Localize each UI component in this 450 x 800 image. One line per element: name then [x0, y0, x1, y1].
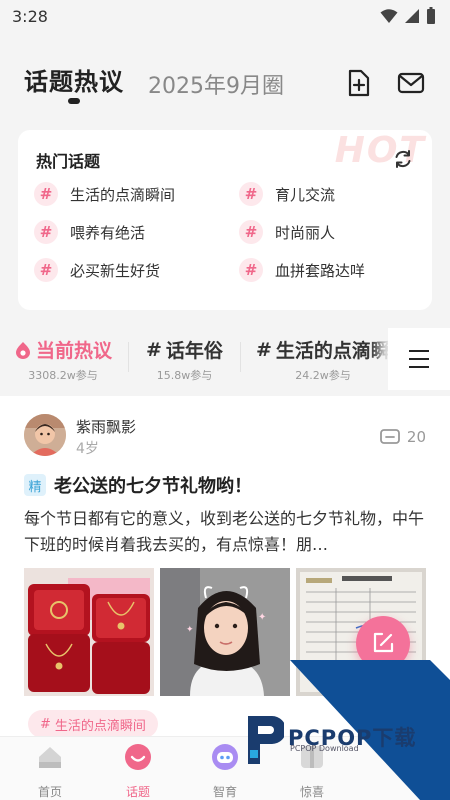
watermark-subtitle: PCPOP Download	[290, 744, 359, 753]
avatar-image	[24, 414, 66, 456]
menu-icon	[409, 350, 429, 368]
author-name[interactable]: 紫雨飘影	[76, 416, 136, 437]
comment-count: 20	[406, 428, 426, 446]
hot-topics-card: HOT 热门话题 # 生活的点滴瞬间 # 育儿交流 # 喂养有绝活 # 时尚丽人 # 必买…	[18, 130, 432, 310]
hashtag-icon: #	[239, 258, 263, 282]
robot-icon	[212, 744, 238, 770]
post-title[interactable]: 老公送的七夕节礼物哟！	[54, 472, 252, 498]
tab-label: 话题	[125, 785, 150, 799]
hashtag-icon: #	[34, 258, 58, 282]
comment-count-button[interactable]: 20	[379, 428, 426, 446]
hashtag-icon: #	[40, 716, 51, 732]
hashtag-icon: #	[256, 338, 272, 361]
category-tab-new-year-customs[interactable]: # 话年俗 15.8w参与	[146, 336, 223, 383]
hot-topic-label: 育儿交流	[275, 185, 336, 204]
topics-icon	[125, 744, 151, 770]
category-tab-life-moments[interactable]: # 生活的点滴瞬 24.2w参与	[256, 336, 390, 383]
category-count: 24.2w参与	[295, 369, 351, 382]
category-tabs: 当前热议 3308.2w参与 # 话年俗 15.8w参与 # 生活的点滴瞬 24.2…	[0, 328, 450, 390]
hashtag-icon: #	[34, 182, 58, 206]
mail-icon[interactable]	[396, 68, 426, 98]
hot-topic-item[interactable]: # 喂养有绝活	[34, 220, 239, 244]
status-icons	[380, 7, 436, 25]
add-document-icon[interactable]	[344, 68, 374, 98]
category-name: 话年俗	[165, 340, 223, 362]
post-topic-tag[interactable]: # 生活的点滴瞬间	[28, 710, 158, 738]
hot-topic-label: 必买新生好货	[70, 261, 161, 280]
svg-text:✦: ✦	[258, 612, 266, 623]
hashtag-icon: #	[146, 338, 162, 361]
tab-label: 首页	[37, 785, 62, 799]
post-photo-jewelry-box[interactable]	[24, 568, 154, 696]
status-bar: 3:28	[0, 0, 450, 32]
divider	[128, 342, 129, 372]
avatar[interactable]	[24, 414, 66, 456]
home-icon	[39, 747, 61, 768]
post-photo-selfie[interactable]: ✦ ✦	[160, 568, 290, 696]
hot-topic-item[interactable]: # 必买新生好货	[34, 258, 239, 282]
tab-home[interactable]: 首页	[20, 743, 80, 800]
top-header: 话题热议 2025年9月圈	[0, 48, 450, 118]
tab-topics[interactable]: 话题	[108, 743, 168, 800]
tab-topic-discussion[interactable]: 话题热议	[24, 62, 124, 97]
svg-text:✦: ✦	[186, 625, 194, 635]
category-count: 3308.2w参与	[28, 369, 98, 382]
hot-topics-title: 热门话题	[36, 152, 101, 171]
category-scroll: 当前热议 3308.2w参与 # 话年俗 15.8w参与 # 生活的点滴瞬 24.2…	[0, 328, 396, 390]
tab-label: 智育	[212, 785, 237, 799]
featured-badge: 精	[24, 474, 46, 496]
child-age: 4岁	[76, 441, 99, 457]
hashtag-icon: #	[239, 220, 263, 244]
hot-topic-label: 喂养有绝活	[70, 223, 146, 242]
edit-icon	[373, 632, 394, 653]
tab-month-circle[interactable]: 2025年9月圈	[148, 68, 284, 100]
hashtag-icon: #	[239, 182, 263, 206]
flame-icon	[16, 341, 30, 359]
category-count: 15.8w参与	[156, 369, 213, 382]
wifi-icon	[380, 9, 398, 23]
hot-topic-label: 血拼套路达咩	[275, 261, 366, 280]
hot-topic-label: 时尚丽人	[275, 223, 336, 242]
hashtag-icon: #	[34, 220, 58, 244]
comment-icon	[380, 429, 400, 444]
category-name: 当前热议	[36, 340, 113, 362]
tab-active-indicator	[68, 98, 80, 104]
hot-topics-list: # 生活的点滴瞬间 # 育儿交流 # 喂养有绝活 # 时尚丽人 # 必买新生好货 # 血拼套…	[34, 182, 424, 282]
hot-topic-item[interactable]: # 血拼套路达咩	[239, 258, 424, 282]
category-tab-current-hot[interactable]: 当前热议 3308.2w参与	[14, 336, 112, 383]
battery-icon	[427, 7, 435, 24]
divider	[240, 342, 241, 372]
post-title-row: 精 老公送的七夕节礼物哟！	[24, 472, 252, 498]
status-time: 3:28	[12, 6, 48, 26]
watermark-logo-icon	[248, 716, 284, 764]
post-body[interactable]: 每个节日都有它的意义，收到老公送的七夕节礼物，中午下班的时候肖着我去买的，有点惊…	[24, 506, 426, 558]
post-tag-label: 生活的点滴瞬间	[54, 718, 146, 734]
category-name: 生活的点滴瞬	[275, 340, 390, 362]
hot-topic-item[interactable]: # 时尚丽人	[239, 220, 424, 244]
hot-topic-label: 生活的点滴瞬间	[70, 185, 176, 204]
refresh-icon[interactable]	[392, 148, 414, 170]
category-menu-button[interactable]	[388, 328, 450, 390]
hot-topic-item[interactable]: # 生活的点滴瞬间	[34, 182, 239, 206]
hot-topic-item[interactable]: # 育儿交流	[239, 182, 424, 206]
signal-icon	[405, 9, 419, 23]
